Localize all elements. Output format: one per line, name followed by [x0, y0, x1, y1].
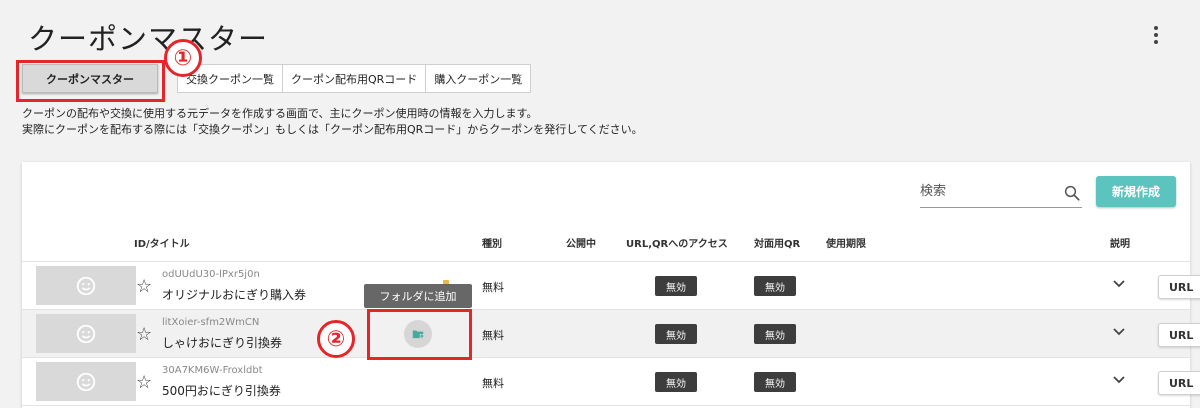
smiley-icon	[76, 276, 96, 295]
new-coupon-button[interactable]: 新規作成	[1096, 176, 1176, 207]
header-published: 公開中	[566, 239, 596, 250]
table-row[interactable]: ☆ odUUdU30-lPxr5j0n オリジナルおにぎり購入券 無料 無効 無…	[22, 262, 1200, 310]
url-access-badge: 無効	[655, 276, 697, 296]
face-qr-badge: 無効	[754, 372, 796, 392]
description-line-1: クーポンの配布や交換に使用する元データを作成する画面で、主にクーポン使用時の情報…	[22, 107, 538, 120]
annotation-highlight-tab	[16, 60, 165, 102]
coupon-id: odUUdU30-lPxr5j0n	[162, 269, 260, 280]
header-expiry: 使用期限	[826, 239, 866, 250]
search-icon[interactable]	[1063, 184, 1081, 202]
star-icon[interactable]: ☆	[136, 276, 152, 297]
coupon-id: litXoier-sfm2WmCN	[162, 317, 260, 328]
coupon-thumbnail	[36, 362, 136, 401]
url-button[interactable]: URL	[1158, 323, 1200, 347]
coupon-thumbnail	[36, 314, 136, 353]
header-face-qr: 対面用QR	[754, 239, 801, 250]
smiley-icon	[76, 372, 96, 391]
url-access-badge: 無効	[655, 324, 697, 344]
description-line-2: 実際にクーポンを配布する際には「交換クーポン」もしくは「クーポン配布用QRコード…	[22, 123, 643, 136]
coupon-type: 無料	[482, 329, 504, 342]
page-title: クーポンマスター	[28, 22, 269, 56]
annotation-callout-1: ①	[164, 39, 202, 77]
face-qr-badge: 無効	[754, 324, 796, 344]
page-description: クーポンの配布や交換に使用する元データを作成する画面で、主にクーポン使用時の情報…	[22, 106, 643, 138]
url-access-badge: 無効	[655, 372, 697, 392]
table-row[interactable]: ☆ litXoier-sfm2WmCN しゃけおにぎり引換券 無料 無効 無効 …	[22, 310, 1200, 358]
header-explain: 説明	[1110, 239, 1130, 250]
coupon-type: 無料	[482, 377, 504, 390]
annotation-highlight-folder	[367, 309, 472, 360]
url-button[interactable]: URL	[1158, 371, 1200, 395]
coupon-title[interactable]: オリジナルおにぎり購入券	[162, 286, 306, 303]
header-id-title: ID/タイトル	[134, 239, 190, 250]
annotation-callout-2: ②	[317, 320, 355, 358]
coupon-title[interactable]: 500円おにぎり引換券	[162, 382, 281, 399]
chevron-down-icon[interactable]	[1112, 375, 1126, 385]
star-icon[interactable]: ☆	[136, 324, 152, 345]
star-icon[interactable]: ☆	[136, 372, 152, 393]
tab-coupon-qr[interactable]: クーポン配布用QRコード	[283, 64, 427, 93]
tooltip: フォルダに追加	[364, 284, 472, 308]
header-type: 種別	[482, 239, 502, 250]
search-box	[920, 180, 1082, 208]
coupon-title[interactable]: しゃけおにぎり引換券	[162, 334, 282, 351]
tab-purchased-coupons[interactable]: 購入クーポン一覧	[426, 64, 532, 93]
search-input[interactable]	[920, 180, 1050, 199]
face-qr-badge: 無効	[754, 276, 796, 296]
chevron-down-icon[interactable]	[1112, 327, 1126, 337]
coupon-id: 30A7KM6W-Froxldbt	[162, 365, 263, 376]
chevron-down-icon[interactable]	[1112, 279, 1126, 289]
smiley-icon	[76, 324, 96, 343]
coupon-thumbnail	[36, 266, 136, 305]
table-row[interactable]: ☆ 30A7KM6W-Froxldbt 500円おにぎり引換券 無料 無効 無効…	[22, 358, 1200, 406]
url-button[interactable]: URL	[1158, 275, 1200, 299]
header-url-access: URL,QRへのアクセス	[626, 239, 728, 250]
more-options-icon[interactable]	[1148, 24, 1164, 46]
coupon-type: 無料	[482, 281, 504, 294]
